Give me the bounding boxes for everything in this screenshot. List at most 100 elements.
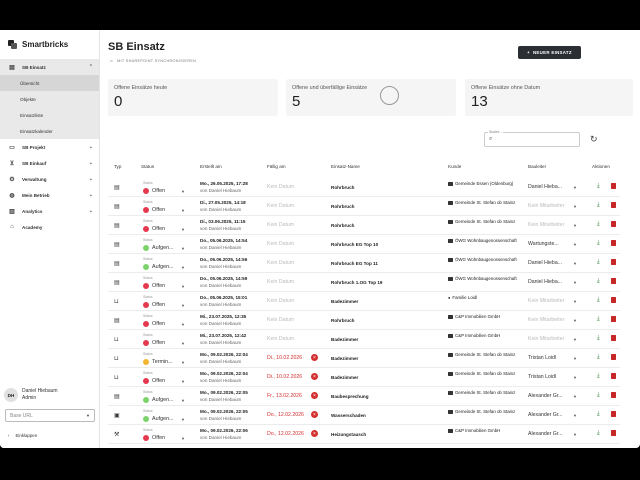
bauleiter-select[interactable]: Daniel Hieba... [528, 279, 576, 285]
new-einsatz-button[interactable]: + NEUER EINSATZ [518, 46, 581, 59]
bauleiter-select[interactable]: Kein Mitarbeiter [528, 203, 576, 209]
status-select[interactable]: Status Offen ▼ [141, 314, 187, 328]
bauleiter-select[interactable]: Kein Mitarbeiter [528, 336, 576, 342]
sharepoint-sync-button[interactable]: ∞ MIT SHAREPOINT SYNCHRONISIEREN [110, 59, 196, 63]
bauleiter-select[interactable]: Alexander Gr... [528, 412, 576, 418]
download-icon[interactable]: ⤓ [597, 297, 600, 304]
due-date[interactable]: Kein Datum [267, 317, 311, 323]
customer-cell[interactable]: ÖWG Wohnbaugenossenschaft [448, 257, 518, 264]
table-row[interactable]: ▣ Status Aufgen... ▼ Mo., 09.02.2026, 22:05 v… [108, 406, 620, 425]
chevron-down-icon[interactable]: ▼ [573, 394, 577, 399]
status-select[interactable]: Status Offen ▼ [141, 428, 187, 442]
download-icon[interactable]: ⤓ [597, 354, 600, 361]
customer-cell[interactable]: C&P Immobilien GmbH [448, 333, 518, 340]
search-input[interactable]: Suche... ⌕ [484, 130, 580, 147]
delete-icon[interactable] [611, 373, 616, 379]
einsatz-name[interactable]: Badezimmer [331, 337, 358, 342]
table-row[interactable]: ▤ Status Aufgen... ▼ Mo., 09.02.2026, 22:05 v… [108, 387, 620, 406]
table-row[interactable]: ▤ Status Offen ▼ Do., 05.06.2025, 14:59 von D… [108, 273, 620, 292]
column-header[interactable]: Fällig am [267, 164, 286, 169]
status-select[interactable]: Status Offen ▼ [141, 200, 187, 214]
table-row[interactable]: ▤ Status Offen ▼ Di., 03.06.2025, 11:15 von D… [108, 216, 620, 235]
due-date[interactable]: Kein Datum [267, 241, 311, 247]
bauleiter-select[interactable]: Alexander Gr... [528, 393, 576, 399]
sidebar-item-sb-projekt[interactable]: ▭ SB Projekt ⌄ [0, 139, 99, 155]
customer-cell[interactable]: Gemeinde St. Stefan ob Stainz [448, 390, 518, 397]
table-row[interactable]: ▤ Status Aufgen... ▼ Do., 05.06.2025, 14:56 v… [108, 254, 620, 273]
due-date[interactable]: Fr., 13.02.2026 [267, 393, 311, 399]
customer-cell[interactable]: Gemeinde St. Stefan ob Stainz [448, 200, 518, 207]
download-icon[interactable]: ⤓ [597, 240, 600, 247]
status-select[interactable]: Status Aufgen... ▼ [141, 390, 187, 404]
clear-date-icon[interactable]: × [311, 411, 318, 418]
column-header[interactable]: Status [141, 164, 154, 169]
einsatz-name[interactable]: Wasserschaden [331, 413, 366, 418]
customer-cell[interactable]: Gemeinde St. Stefan ob Stainz [448, 409, 518, 416]
chevron-down-icon[interactable]: ▼ [573, 185, 577, 190]
status-select[interactable]: Status Offen ▼ [141, 219, 187, 233]
stat-card-overdue[interactable]: Offene und überfällige Einsätze 5 [286, 79, 456, 116]
due-date[interactable]: Do., 12.02.2026 [267, 412, 311, 418]
delete-icon[interactable] [611, 202, 616, 208]
table-row[interactable]: ⊔ Status Offen ▼ Mi., 23.07.2025, 12:42 von D… [108, 330, 620, 349]
due-date[interactable]: Kein Datum [267, 279, 311, 285]
due-date[interactable]: Di., 10.02.2026 [267, 374, 311, 380]
table-row[interactable]: ▤ Status Aufgen... ▼ Do., 05.06.2025, 14:54 v… [108, 235, 620, 254]
chevron-down-icon[interactable]: ▼ [573, 242, 577, 247]
chevron-down-icon[interactable]: ▼ [573, 375, 577, 380]
download-icon[interactable]: ⤓ [597, 392, 600, 399]
einsatz-name[interactable]: Rohrbruch [331, 204, 354, 209]
table-row[interactable]: ▤ Status Offen ▼ Mi., 23.07.2025, 12:35 von D… [108, 311, 620, 330]
chevron-down-icon[interactable]: ▼ [573, 299, 577, 304]
bauleiter-select[interactable]: Tristan Loidl [528, 374, 576, 380]
table-row[interactable]: ▤ Status Offen ▼ Di., 27.05.2025, 14:18 von D… [108, 197, 620, 216]
sidebar-item-academy[interactable]: ⌂ Academy [0, 219, 99, 235]
due-date[interactable]: Kein Datum [267, 203, 311, 209]
einsatz-name[interactable]: Baubesprechung [331, 394, 369, 399]
due-date[interactable]: Di., 10.02.2026 [267, 355, 311, 361]
chevron-down-icon[interactable]: ▼ [573, 223, 577, 228]
sidebar-subitem[interactable]: Einsatzliste [0, 107, 99, 123]
column-header[interactable]: Bauleiter [528, 164, 546, 169]
delete-icon[interactable] [611, 297, 616, 303]
download-icon[interactable]: ⤓ [597, 373, 600, 380]
chevron-down-icon[interactable]: ▼ [573, 413, 577, 418]
einsatz-name[interactable]: Rohrbruch 1.OG Top 19 [331, 280, 382, 285]
bauleiter-select[interactable]: Tristan Loidl [528, 355, 576, 361]
column-header[interactable]: Typ [114, 164, 121, 169]
delete-icon[interactable] [611, 221, 616, 227]
stat-card-no-date[interactable]: Offene Einsätze ohne Datum 13 [465, 79, 633, 116]
status-select[interactable]: Status Offen ▼ [141, 295, 187, 309]
status-select[interactable]: Status Offen ▼ [141, 181, 187, 195]
download-icon[interactable]: ⤓ [597, 430, 600, 437]
delete-icon[interactable] [611, 335, 616, 341]
einsatz-name[interactable]: Rohrbruch [331, 223, 354, 228]
status-select[interactable]: Status Aufgen... ▼ [141, 409, 187, 423]
user-profile[interactable]: DH Daniel Hiebaum Admin [4, 388, 58, 402]
delete-icon[interactable] [611, 411, 616, 417]
refresh-icon[interactable]: ↻ [590, 134, 598, 145]
delete-icon[interactable] [611, 240, 616, 246]
customer-cell[interactable]: ÖWG Wohnbaugenossenschaft [448, 276, 518, 283]
einsatz-name[interactable]: Heizungstausch [331, 432, 366, 437]
bauleiter-select[interactable]: Daniel Hieba... [528, 260, 576, 266]
chevron-down-icon[interactable]: ▼ [573, 356, 577, 361]
due-date[interactable]: Do., 12.02.2026 [267, 431, 311, 437]
download-icon[interactable]: ⤓ [597, 335, 600, 342]
bauleiter-select[interactable]: Wartungste... [528, 241, 576, 247]
due-date[interactable]: Kein Datum [267, 336, 311, 342]
delete-icon[interactable] [611, 259, 616, 265]
customer-cell[interactable]: ÖWG Wohnbaugenossenschaft [448, 238, 518, 245]
clear-date-icon[interactable]: × [311, 430, 318, 437]
status-select[interactable]: Status Aufgen... ▼ [141, 257, 187, 271]
customer-cell[interactable]: Gemeinde St. Stefan ob Stainz [448, 352, 518, 359]
customer-cell[interactable]: Gemeinde St. Stefan ob Stainz [448, 371, 518, 378]
download-icon[interactable]: ⤓ [597, 221, 600, 228]
einsatz-name[interactable]: Rohrbruch [331, 318, 354, 323]
table-row[interactable]: ⊔ Status Termin... ▼ Mo., 09.02.2026, 22:04 v… [108, 349, 620, 368]
due-date[interactable]: Kein Datum [267, 298, 311, 304]
einsatz-name[interactable]: Rohrbruch [331, 185, 354, 190]
download-icon[interactable]: ⤓ [597, 411, 600, 418]
table-row[interactable]: ▤ Status Offen ▼ Mo., 26.05.2025, 17:28 von D… [108, 178, 620, 197]
sidebar-subitem[interactable]: Übersicht [0, 75, 99, 91]
